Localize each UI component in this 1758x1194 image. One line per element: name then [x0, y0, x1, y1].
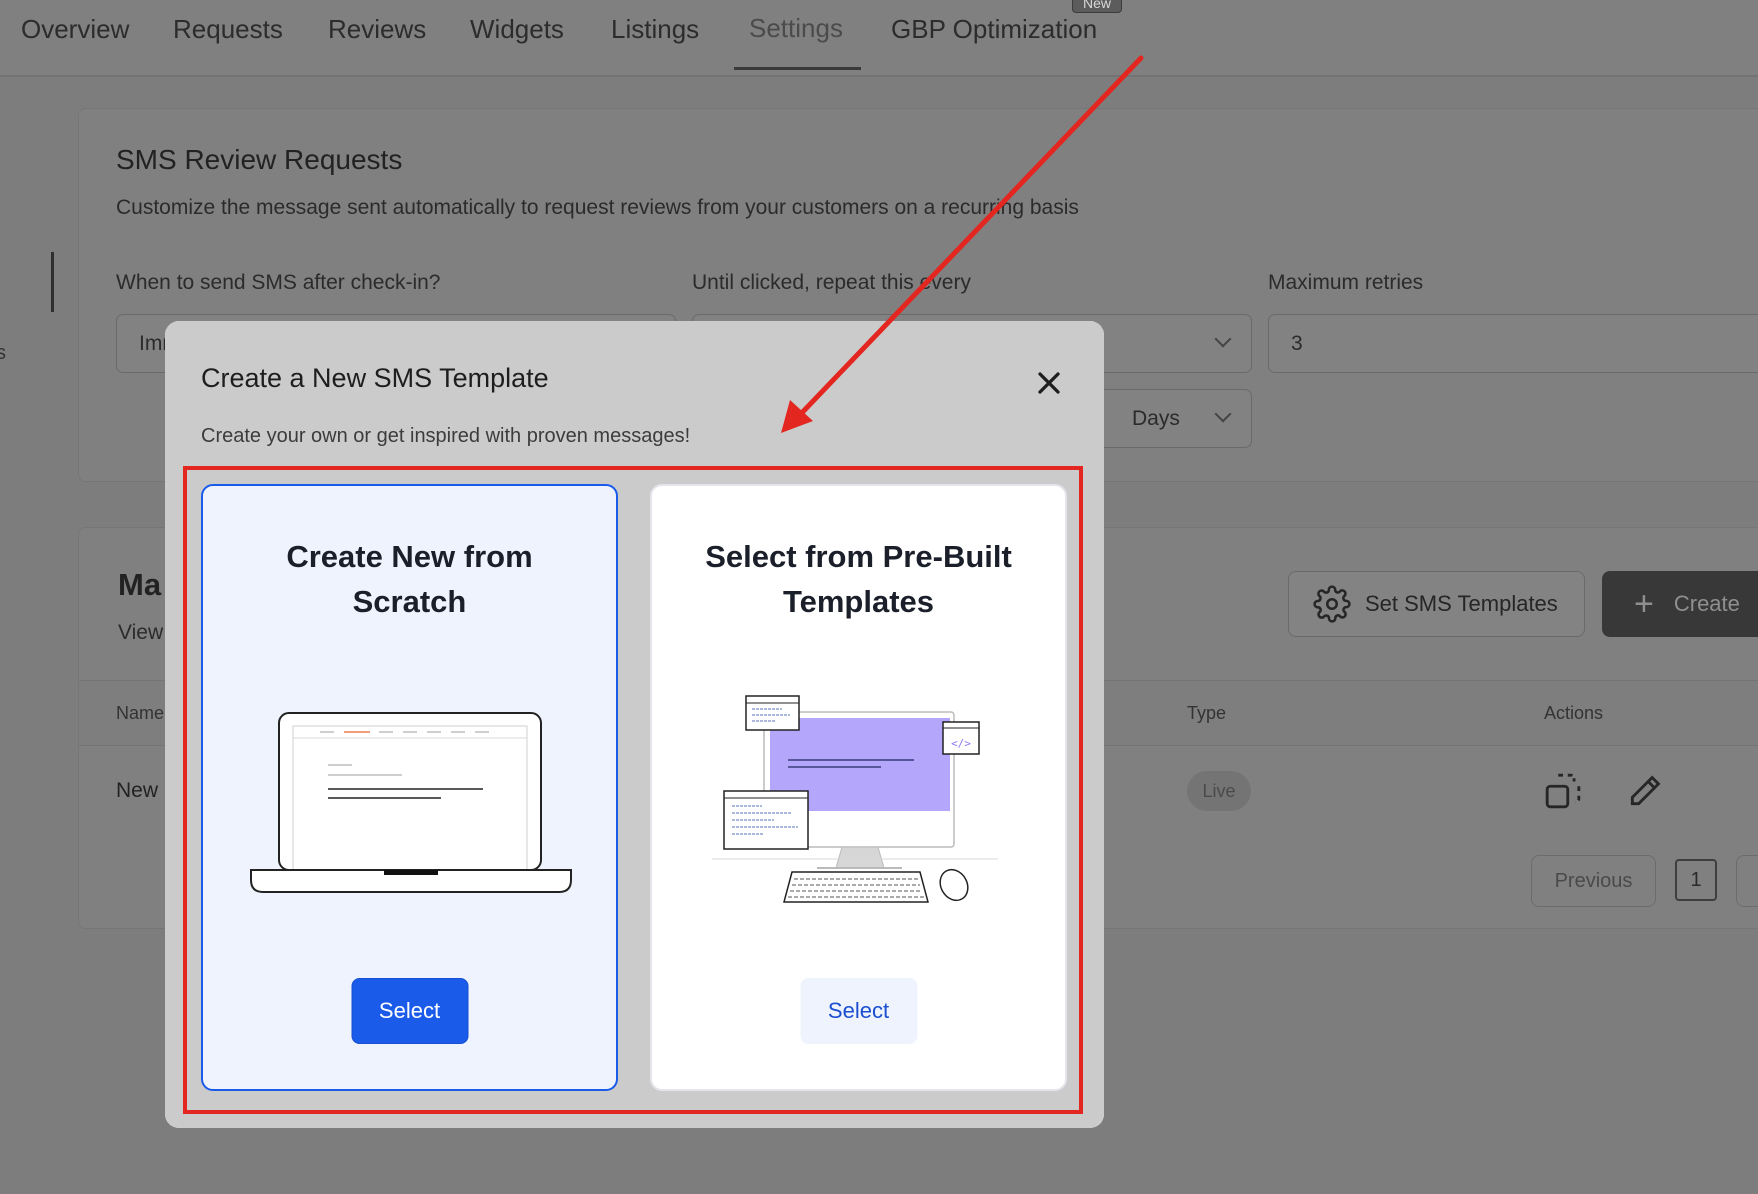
create-template-button[interactable]: + Create — [1602, 571, 1758, 637]
section-title: SMS Review Requests — [116, 144, 403, 175]
chevron-down-icon — [1214, 405, 1232, 423]
max-retries-label: Maximum retries — [1268, 271, 1424, 294]
sidebar-divider — [51, 252, 54, 312]
previous-page-button[interactable]: Previous — [1531, 855, 1656, 907]
edit-icon[interactable] — [1626, 772, 1664, 810]
templates-description: View — [118, 621, 164, 644]
gear-icon — [1313, 585, 1351, 623]
tab-requests[interactable]: Requests — [173, 14, 283, 45]
tab-overview[interactable]: Overview — [21, 14, 129, 45]
column-name: Name — [116, 703, 165, 723]
column-actions: Actions — [1544, 703, 1604, 723]
tab-listings[interactable]: Listings — [611, 14, 699, 45]
select-prebuilt-button[interactable]: Select — [800, 978, 917, 1044]
duplicate-icon[interactable] — [1544, 772, 1582, 810]
create-template-label: Create — [1673, 591, 1740, 616]
modal-title: Create a New SMS Template — [201, 363, 549, 393]
chevron-down-icon — [1214, 330, 1232, 348]
max-retries-input[interactable]: 3 — [1268, 314, 1758, 373]
section-description: Customize the message sent automatically… — [116, 196, 1079, 219]
top-navigation: Overview Requests Reviews Widgets Listin… — [0, 0, 1758, 77]
tab-gbp-optimization[interactable]: GBP Optimization — [891, 14, 1097, 45]
create-from-scratch-option[interactable]: Create New from Scratch Select — [201, 484, 618, 1091]
prebuilt-templates-option[interactable]: Select from Pre-Built Templates </> Sele… — [650, 484, 1067, 1091]
tab-widgets[interactable]: Widgets — [470, 14, 564, 45]
close-icon[interactable] — [1031, 365, 1067, 401]
tab-settings[interactable]: Settings — [749, 13, 843, 44]
plus-icon: + — [1634, 585, 1654, 623]
repeat-label: Until clicked, repeat this every — [692, 271, 971, 294]
tab-reviews[interactable]: Reviews — [328, 14, 426, 45]
template-name-cell: New — [116, 779, 159, 802]
select-scratch-button[interactable]: Select — [351, 978, 468, 1044]
modal-subtitle: Create your own or get inspired with pro… — [201, 425, 691, 447]
max-retries-value: 3 — [1291, 331, 1303, 355]
when-to-send-label: When to send SMS after check-in? — [116, 271, 441, 294]
repeat-unit-value: Days — [1132, 406, 1180, 430]
active-tab-indicator — [734, 67, 861, 70]
svg-text:</>: </> — [951, 737, 971, 750]
next-page-button[interactable] — [1736, 855, 1758, 907]
sidebar-partial-label: s — [0, 342, 6, 364]
status-badge: Live — [1187, 771, 1251, 811]
page-1-button[interactable]: 1 — [1675, 859, 1717, 901]
templates-title: Ma — [118, 567, 162, 602]
set-sms-templates-button[interactable]: Set SMS Templates — [1288, 571, 1585, 637]
new-badge: New — [1072, 0, 1122, 13]
set-sms-templates-label: Set SMS Templates — [1365, 591, 1558, 616]
column-type: Type — [1187, 703, 1227, 723]
